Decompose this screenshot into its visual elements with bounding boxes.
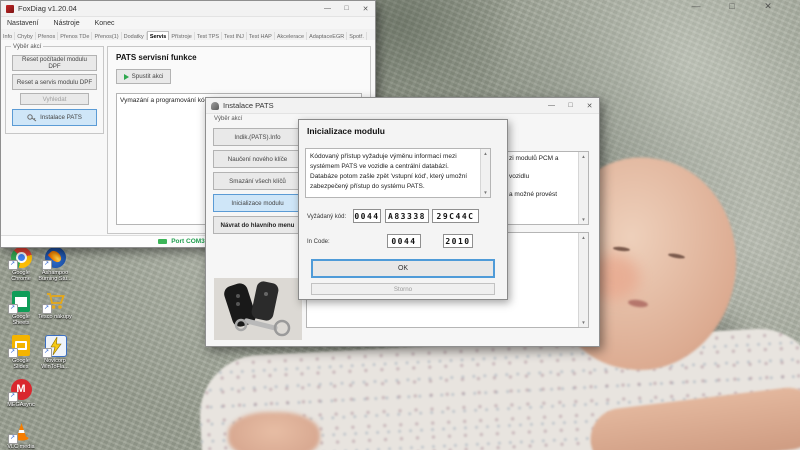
shortcut-arrow-icon: ↗ (8, 392, 18, 402)
reset-dpf-counters-button[interactable]: Reset počítadel modulu DPF (12, 55, 97, 71)
background-window-controls: — □ ✕ (690, 1, 774, 12)
info-text-fragment: zi modulů PCM a (509, 155, 559, 162)
scrollbar[interactable]: ▲ ▼ (578, 152, 588, 224)
window-icon (211, 102, 219, 110)
desktop-icon-google-chrome[interactable]: ↗ Google Chrome (4, 247, 38, 282)
status-port-label: Port COM3 (171, 238, 205, 245)
shortcut-arrow-icon: ↗ (42, 304, 52, 314)
desktop-screen: — □ ✕ ↗ Google Chrome ↗ Ashampoo Burning… (0, 0, 800, 450)
shortcut-arrow-icon: ↗ (8, 304, 18, 314)
install-pats-label: Instalace PATS (40, 114, 82, 121)
panel-heading: PATS servisní funkce (116, 53, 197, 62)
menu-item-nastroje[interactable]: Nástroje (54, 20, 80, 27)
minimize-icon[interactable]: — (547, 102, 556, 110)
initialize-module-button[interactable]: Inicializace modulu (213, 194, 302, 212)
info-text-fragment: a možné provést (509, 191, 557, 198)
window-title: FoxDiag v1.20.04 (18, 4, 77, 13)
shortcut-arrow-icon: ↗ (42, 260, 52, 270)
scroll-up-icon[interactable]: ▲ (579, 152, 588, 161)
learn-new-key-button[interactable]: Naučení nového klíče (213, 150, 302, 168)
group-label: Výběr akcí (11, 43, 43, 51)
window-controls: — □ ✕ (547, 102, 594, 110)
run-action-label: Spustit akci (132, 73, 164, 80)
maximize-icon[interactable]: □ (342, 5, 351, 13)
scrollbar[interactable]: ▲ ▼ (578, 233, 588, 327)
maximize-icon[interactable]: □ (726, 1, 738, 12)
ok-button[interactable]: OK (311, 259, 495, 278)
scroll-down-icon[interactable]: ▼ (579, 215, 588, 224)
icon-label: Novicorp WinToFla... (38, 358, 72, 370)
keys-icon (27, 114, 37, 122)
scroll-down-icon[interactable]: ▼ (481, 188, 490, 197)
window-title: Instalace PATS (223, 101, 274, 110)
scroll-down-icon[interactable]: ▼ (579, 318, 588, 327)
close-icon[interactable]: ✕ (585, 102, 594, 110)
erase-all-keys-button[interactable]: Smazání všech klíčů (213, 172, 302, 190)
incode-field-1[interactable]: 0044 (387, 234, 421, 248)
minimize-icon[interactable]: — (323, 5, 332, 13)
group-label: Výběr akcí (214, 116, 242, 122)
icon-label: Ashampoo Burning Stu... (38, 270, 72, 282)
scroll-up-icon[interactable]: ▲ (579, 233, 588, 242)
app-icon (6, 5, 14, 13)
reset-dpf-service-button[interactable]: Reset a servis modulu DPF (12, 74, 97, 90)
requested-code-field-1[interactable]: 0044 (353, 209, 381, 223)
icon-label: MEGAsync (4, 402, 38, 408)
play-icon (124, 74, 129, 80)
car-keys-image (214, 278, 302, 340)
pats-info-button[interactable]: Indik.(PATS).Info (213, 128, 302, 146)
run-action-button[interactable]: Spustit akci (116, 69, 171, 84)
icon-label: VLC media player (4, 444, 38, 450)
icon-label: Tesco nákupy (38, 314, 72, 320)
incode-label: In Code: (307, 239, 330, 245)
dialog-description-box[interactable]: Kódovaný přístup vyžaduje výměnu informa… (305, 148, 491, 198)
desktop-icon-shop[interactable]: ↗ Tesco nákupy (38, 291, 72, 320)
initialize-module-dialog: Inicializace modulu Kódovaný přístup vyž… (298, 119, 508, 300)
menu-item-konec[interactable]: Konec (95, 20, 115, 27)
dialog-heading: Inicializace modulu (307, 126, 385, 136)
baby-hand (228, 412, 320, 450)
shortcut-arrow-icon: ↗ (42, 348, 52, 358)
requested-code-field-2[interactable]: A83338 (385, 209, 429, 223)
minimize-icon[interactable]: — (690, 1, 702, 12)
menubar: Nastavení Nástroje Konec (1, 17, 375, 29)
install-pats-button[interactable]: Instalace PATS (12, 109, 97, 126)
dialog-description-text: Kódovaný přístup vyžaduje výměnu informa… (310, 153, 467, 190)
close-icon[interactable]: ✕ (361, 5, 370, 13)
pats-titlebar[interactable]: Instalace PATS — □ ✕ (206, 98, 599, 114)
shortcut-arrow-icon: ↗ (8, 348, 18, 358)
maximize-icon[interactable]: □ (566, 102, 575, 110)
shortcut-arrow-icon: ↗ (8, 260, 18, 270)
desktop-icon-google-slides[interactable]: ↗ Google Slides (4, 335, 38, 370)
status-led-icon (158, 239, 167, 244)
requested-code-label: Vyžádaný kód: (307, 214, 346, 220)
icon-label: Google Chrome (4, 270, 38, 282)
shortcut-arrow-icon: ↗ (8, 434, 18, 444)
return-main-menu-button[interactable]: Návrat do hlavního menu (213, 216, 302, 234)
desktop-icon-wintoflash[interactable]: ↗ Novicorp WinToFla... (38, 335, 72, 370)
menu-item-nastaveni[interactable]: Nastavení (7, 20, 39, 27)
info-text-fragment: vozidlu (509, 173, 529, 180)
desktop-icon-ashampoo[interactable]: ↗ Ashampoo Burning Stu... (38, 247, 72, 282)
cancel-button[interactable]: Storno (311, 283, 495, 295)
requested-code-field-3[interactable]: 29C44C (432, 209, 479, 223)
scroll-up-icon[interactable]: ▲ (481, 149, 490, 158)
incode-field-2[interactable]: 2010 (443, 234, 473, 248)
foxdiag-titlebar[interactable]: FoxDiag v1.20.04 — □ ✕ (1, 1, 375, 17)
search-button[interactable]: Vyhledat (20, 93, 89, 105)
action-groupbox: Výběr akcí Reset počítadel modulu DPF Re… (5, 46, 104, 134)
scrollbar[interactable]: ▲ ▼ (480, 149, 490, 197)
icon-label: Google Sheets (4, 314, 38, 326)
desktop-icon-megasync[interactable]: M ↗ MEGAsync (4, 379, 38, 408)
desktop-icon-vlc[interactable]: ↗ VLC media player (4, 421, 38, 450)
desktop-icon-google-sheets[interactable]: ↗ Google Sheets (4, 291, 38, 326)
icon-label: Google Slides (4, 358, 38, 370)
window-controls: — □ ✕ (323, 5, 370, 13)
close-icon[interactable]: ✕ (762, 1, 774, 12)
